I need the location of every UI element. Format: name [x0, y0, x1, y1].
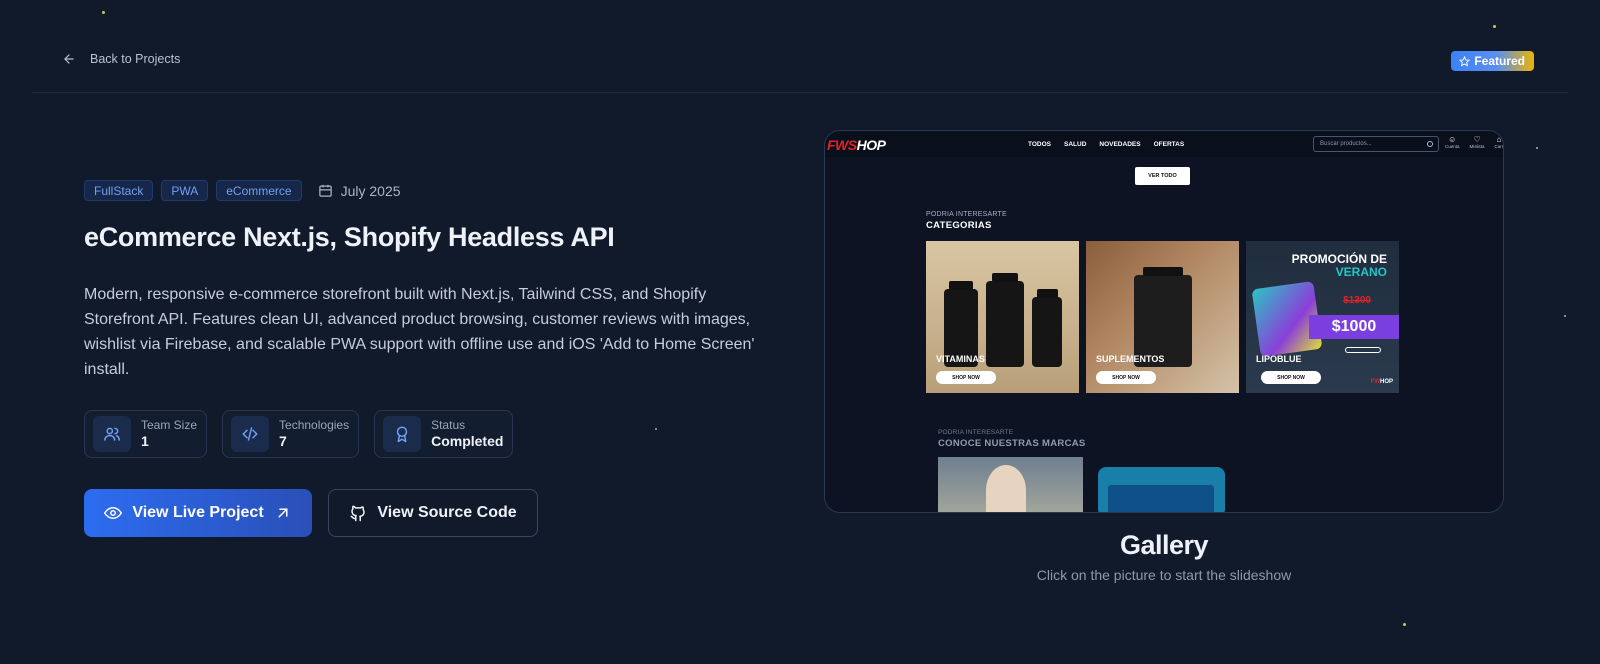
- eye-icon: [104, 506, 123, 520]
- star-decoration: [655, 428, 657, 430]
- stat-technologies: Technologies 7: [222, 410, 360, 458]
- stat-status: Status Completed: [374, 410, 514, 458]
- back-label: Back to Projects: [90, 52, 181, 66]
- product-jar: [986, 273, 1024, 367]
- tag: FullStack: [84, 180, 154, 201]
- tag: PWA: [161, 180, 209, 201]
- featured-label: Featured: [1474, 54, 1525, 68]
- category-card: PROMOCIÓN DE VERANO $1300 $1000 LIPOBLUE …: [1246, 241, 1399, 393]
- calendar-icon: [318, 184, 332, 197]
- stat-value: 1: [141, 433, 149, 449]
- stat-label: Team Size: [141, 418, 198, 432]
- project-date: July 2025: [318, 183, 401, 199]
- project-description: Modern, responsive e-commerce storefront…: [84, 286, 755, 378]
- star-decoration: [1564, 315, 1566, 317]
- brand-image: [1098, 467, 1225, 512]
- fwshop-logo: FWSHOP: [827, 137, 886, 153]
- preview-menu-item: NOVEDADES: [1099, 141, 1141, 148]
- preview-ver-todo: VER TODO: [1135, 167, 1190, 185]
- preview-menu: TODOS SALUD NOVEDADES OFERTAS: [1028, 141, 1184, 148]
- card-name: LIPOBLUE: [1256, 354, 1302, 364]
- star-decoration: [1403, 623, 1406, 626]
- shop-now-button: SHOP NOW: [1096, 371, 1156, 384]
- stats-row: Team Size 1 Technologies 7 Status Comple…: [84, 410, 514, 458]
- section-subtitle: PODRIA INTERESARTE: [938, 429, 1014, 436]
- gallery-caption: Gallery Click on the picture to start th…: [824, 530, 1504, 583]
- date-text: July 2025: [340, 182, 401, 199]
- gallery-title: Gallery: [1119, 530, 1209, 560]
- heart-icon: ♡ Mislista: [1469, 135, 1485, 149]
- award-icon: [383, 416, 422, 452]
- preview-search: Buscar productos...: [1313, 136, 1439, 152]
- stat-value: Completed: [431, 433, 504, 449]
- preview-section-marcas: PODRIA INTERESARTE CONOCE NUESTRAS MARCA…: [938, 429, 1086, 449]
- top-bar: [32, 0, 1568, 93]
- shop-now-button: SHOP NOW: [936, 371, 996, 384]
- back-to-projects-link[interactable]: Back to Projects: [62, 52, 180, 66]
- view-live-label: View Live Project: [132, 504, 264, 521]
- section-subtitle: PODRIA INTERESARTE: [926, 211, 1007, 218]
- gallery-subtitle: Click on the picture to start the slides…: [1036, 567, 1292, 583]
- view-live-project-button[interactable]: View Live Project: [84, 489, 312, 537]
- section-heading: CONOCE NUESTRAS MARCAS: [938, 438, 1086, 449]
- shop-now-button: SHOP NOW: [1261, 371, 1321, 384]
- preview-menu-item: TODOS: [1028, 141, 1051, 148]
- project-title: eCommerce Next.js, Shopify Headless API: [84, 222, 615, 252]
- old-price: $1300: [1343, 295, 1371, 306]
- featured-badge: Featured: [1451, 51, 1534, 71]
- brand-image: [938, 457, 1083, 512]
- star-icon: [1459, 55, 1471, 67]
- preview-search-placeholder: Buscar productos...: [1320, 141, 1372, 147]
- preview-menu-item: OFERTAS: [1153, 141, 1185, 148]
- preview-cards: VITAMINAS SHOP NOW SUPLEMENTOS SHOP NOW …: [926, 241, 1399, 393]
- users-icon: [93, 416, 131, 452]
- view-source-code-button[interactable]: View Source Code: [328, 489, 538, 537]
- new-price: $1000: [1309, 315, 1399, 339]
- arrow-left-icon: [64, 54, 74, 64]
- preview-section-categorias: PODRIA INTERESARTE CATEGORIAS: [926, 211, 1007, 231]
- promo-bar: [1345, 347, 1381, 353]
- view-source-label: View Source Code: [377, 504, 517, 521]
- stat-value: 7: [279, 433, 287, 449]
- star-decoration: [1536, 147, 1538, 149]
- card-name: SUPLEMENTOS: [1096, 354, 1165, 364]
- github-icon: [350, 505, 366, 522]
- tag: eCommerce: [216, 180, 302, 201]
- project-preview-image[interactable]: FWSHOP TODOS SALUD NOVEDADES OFERTAS Bus…: [824, 130, 1504, 513]
- cart-icon: ⌂ Carr: [1494, 135, 1504, 149]
- product-jar: [1032, 289, 1062, 367]
- action-buttons: View Live Project View Source Code: [84, 489, 538, 537]
- preview-icons: ☺ Cuenta ♡ Mislista ⌂ Carr: [1445, 135, 1503, 149]
- section-heading: CATEGORIAS: [926, 220, 992, 231]
- search-icon: [1427, 141, 1433, 147]
- stat-label: Status: [431, 418, 466, 432]
- category-card: VITAMINAS SHOP NOW: [926, 241, 1079, 393]
- stat-team-size: Team Size 1: [84, 410, 208, 458]
- category-card: SUPLEMENTOS SHOP NOW: [1086, 241, 1239, 393]
- code-icon: [231, 416, 270, 452]
- preview-menu-item: SALUD: [1064, 141, 1087, 148]
- mini-logo: FWHOP: [1370, 379, 1393, 385]
- promo-title: PROMOCIÓN DE VERANO: [1291, 252, 1387, 279]
- card-name: VITAMINAS: [936, 354, 985, 364]
- stat-label: Technologies: [279, 418, 350, 432]
- preview-navbar: FWSHOP TODOS SALUD NOVEDADES OFERTAS Bus…: [825, 131, 1503, 157]
- tag-row: FullStack PWA eCommerce July 2025: [84, 180, 401, 201]
- external-arrow-icon: [278, 508, 288, 518]
- account-icon: ☺ Cuenta: [1445, 135, 1460, 149]
